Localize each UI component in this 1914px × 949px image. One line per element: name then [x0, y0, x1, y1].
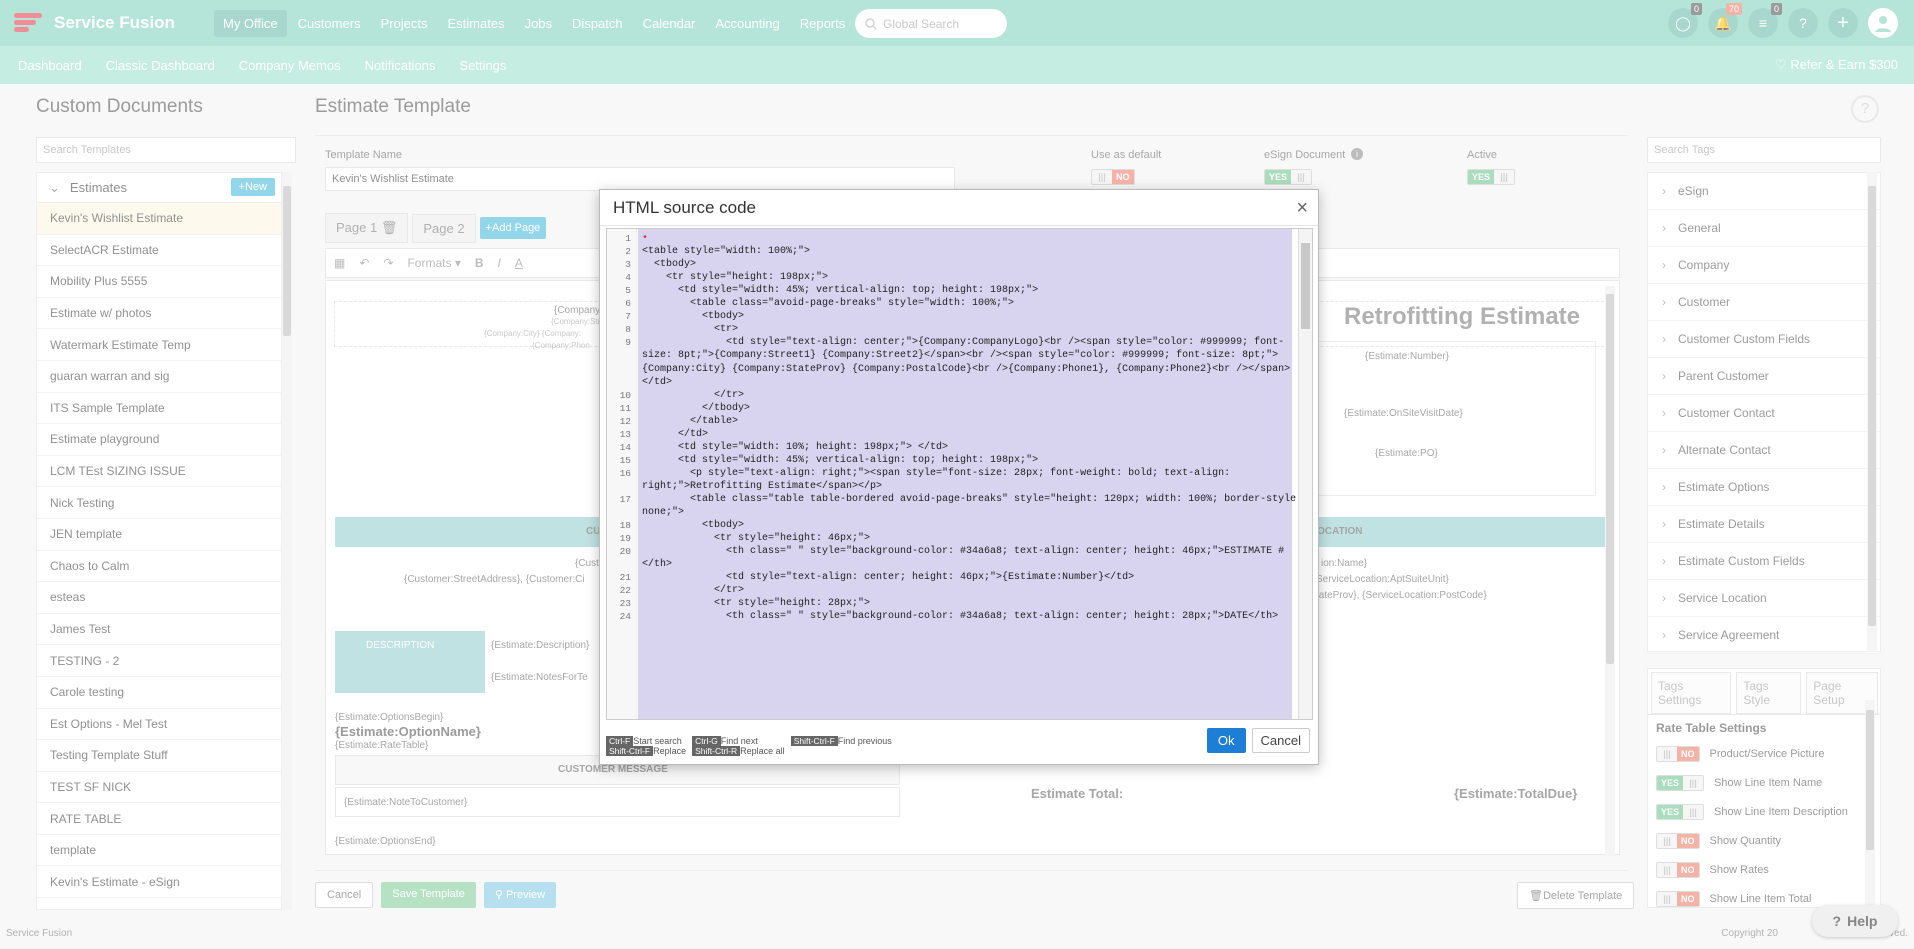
code-line: <td style="width: 45%; vertical-align: t… — [642, 285, 1039, 297]
line-number: 2 — [625, 246, 631, 258]
hint-key: Ctrl-F — [606, 736, 634, 746]
line-number: 7 — [625, 311, 631, 323]
code-line: <tbody> — [642, 311, 745, 323]
code-line: <table style="width: 100%;"> — [642, 246, 811, 258]
source-code-editor[interactable]: 1 2 3 4 5 6 7 8 9 10 11 12 13 14 15 16 17 18 19 20 21 22 23 24 … — [606, 228, 1313, 720]
line-number: 9 — [625, 337, 631, 349]
hint-key: Ctrl-G — [692, 736, 721, 746]
code-line: </tr> — [642, 585, 745, 597]
line-number: 21 — [619, 572, 631, 584]
line-number: 16 — [619, 467, 631, 479]
line-number: 11 — [619, 402, 631, 414]
hint-desc: Replace all — [740, 746, 785, 756]
html-source-modal: HTML source code × 1 2 3 4 5 6 7 8 9 10 11 12 13 14 15… — [599, 189, 1319, 765]
line-number: 22 — [619, 585, 631, 597]
line-number: 20 — [619, 546, 631, 558]
line-number: 19 — [619, 533, 631, 545]
hint-group: Ctrl-F Start search Shift-Ctrl-F Replace — [606, 736, 686, 756]
line-gutter: 1 2 3 4 5 6 7 8 9 10 11 12 13 14 15 16 17 18 19 20 21 22 23 24 — [607, 229, 637, 719]
line-number: 3 — [625, 259, 631, 271]
code-line: <table class="avoid-page-breaks" style="… — [642, 298, 1015, 310]
line-number: 24 — [619, 611, 631, 623]
line-number: 6 — [625, 298, 631, 310]
code-line: right;">Retrofitting Estimate</span></p> — [642, 480, 883, 492]
line-number: 15 — [619, 454, 631, 466]
hint-desc: Start search — [633, 736, 682, 746]
code-line: <td style="text-align: center; height: 4… — [642, 572, 1135, 584]
code-line: none;"> — [642, 507, 685, 519]
hint-desc: Find previous — [837, 736, 892, 746]
line-number: 10 — [619, 389, 631, 401]
code-line: <tr style="height: 46px;"> — [642, 533, 871, 545]
keyboard-hints: Ctrl-F Start search Shift-Ctrl-F Replace Ctr… — [606, 736, 892, 756]
line-number: 8 — [625, 324, 631, 336]
code-area[interactable]: • <table style="width: 100%;"> <tbody> <t… — [638, 229, 1302, 719]
code-line: <tbody> — [642, 520, 745, 532]
code-line: • — [642, 233, 649, 244]
code-line: <th class=" " style="background-color: #… — [642, 546, 1285, 558]
hint-group: Ctrl-G Find next Shift-Ctrl-R Replace all — [692, 736, 785, 756]
hint-row: Shift-Ctrl-F Replace — [606, 746, 686, 756]
code-line: <td style="width: 45%; vertical-align: t… — [642, 454, 1039, 466]
modal-title: HTML source code — [600, 190, 1318, 226]
code-line: </td> — [642, 376, 673, 388]
ok-button[interactable]: Ok — [1206, 728, 1246, 753]
code-line: <th class=" " style="background-color: #… — [642, 611, 1279, 623]
code-line: {Company:City} {Company:StateProv} {Comp… — [642, 363, 1291, 375]
code-line: </tbody> — [642, 402, 751, 414]
code-line: </table> — [642, 415, 739, 427]
code-line: </tr> — [642, 389, 745, 401]
line-number: 5 — [625, 285, 631, 297]
line-number: 13 — [619, 428, 631, 440]
modal-buttons: Ok Cancel — [1206, 728, 1310, 753]
code-line: <td style="text-align: center;">{Company… — [642, 337, 1285, 349]
line-number: 4 — [625, 272, 631, 284]
line-number: 12 — [619, 415, 631, 427]
hint-row: Shift-Ctrl-R Replace all — [692, 746, 785, 756]
modal-cancel-button[interactable]: Cancel — [1251, 728, 1310, 753]
line-number: 1 — [625, 233, 631, 244]
code-line: </td> — [642, 428, 709, 440]
code-line: </th> — [642, 559, 673, 571]
hint-row: Ctrl-F Start search — [606, 736, 686, 746]
code-line: <tr style="height: 198px;"> — [642, 272, 829, 284]
hint-key: Shift-Ctrl-R — [692, 746, 741, 756]
code-line: <tr> — [642, 324, 739, 336]
code-line: <tr style="height: 28px;"> — [642, 598, 871, 610]
code-line: <td style="width: 10%; height: 198px;"> … — [642, 441, 949, 453]
hint-key: Shift-Ctrl-F — [790, 736, 838, 746]
hint-desc: Replace — [653, 746, 687, 756]
close-icon[interactable]: × — [1296, 197, 1308, 220]
line-number: 17 — [619, 494, 631, 505]
line-number: 23 — [619, 598, 631, 610]
line-number: 14 — [619, 441, 631, 453]
code-line: <p style="text-align: right;"><span styl… — [642, 467, 1231, 479]
hint-row: Shift-Ctrl-F Find previous — [790, 736, 892, 746]
hint-key: Shift-Ctrl-F — [606, 746, 654, 756]
code-line: <tbody> — [642, 259, 697, 271]
code-line: size: 8pt;">{Company:Street1} {Company:S… — [642, 350, 1279, 362]
hint-group: Shift-Ctrl-F Find previous — [790, 736, 892, 756]
code-line: <table class="table table-bordered avoid… — [642, 494, 1303, 505]
line-number: 18 — [619, 520, 631, 532]
hint-desc: Find next — [720, 736, 758, 746]
hint-row: Ctrl-G Find next — [692, 736, 785, 746]
code-scrollbar[interactable] — [1298, 229, 1312, 719]
